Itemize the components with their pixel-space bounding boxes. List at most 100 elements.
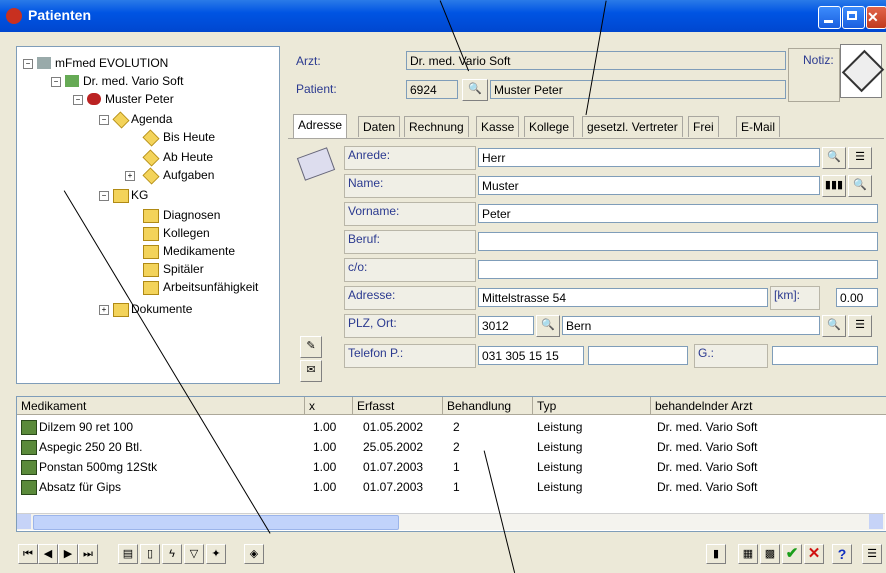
previous-record-button[interactable]: ◀ — [38, 544, 58, 564]
open-folder-icon — [113, 189, 129, 203]
tab-email[interactable]: E-Mail — [736, 116, 781, 137]
tab-rechnung[interactable]: Rechnung — [404, 116, 469, 137]
card-icon[interactable]: ▤ — [118, 544, 138, 564]
name-barcode-button[interactable]: ▮▮▮ — [822, 175, 846, 197]
table-row[interactable]: Absatz für Gips 1.00 01.07.2003 1 Leistung Dr… — [17, 477, 885, 497]
expand-icon[interactable]: + — [125, 171, 135, 181]
plz-field[interactable]: 3012 — [478, 316, 534, 335]
column-header-medikament[interactable]: Medikament — [17, 397, 305, 415]
vorname-field[interactable]: Peter — [478, 204, 878, 223]
table-cell: Dr. med. Vario Soft — [657, 480, 758, 494]
print-envelope-icon[interactable]: ✉ — [300, 360, 322, 382]
calendar-icon[interactable]: ▩ — [760, 544, 780, 564]
km-field[interactable]: 0.00 — [836, 288, 878, 307]
exit-door-icon[interactable]: ▮ — [706, 544, 726, 564]
tab-gesetzl-vertreter[interactable]: gesetzl. Vertreter — [582, 116, 683, 137]
search-icon: 🔍 — [827, 319, 841, 331]
expand-icon[interactable]: + — [99, 305, 109, 315]
cancel-x-icon[interactable]: ✕ — [804, 544, 824, 564]
collapse-icon[interactable]: − — [99, 191, 109, 201]
maximize-button[interactable] — [842, 6, 865, 29]
table-row[interactable]: Ponstan 500mg 12Stk 1.00 01.07.2003 1 Leistu… — [17, 457, 885, 477]
table-cell: 1.00 — [313, 460, 337, 474]
anrede-field[interactable]: Herr — [478, 148, 820, 167]
diamond-icon — [142, 167, 160, 185]
anrede-list-button[interactable]: ☰ — [848, 147, 872, 169]
table-cell: Dr. med. Vario Soft — [657, 460, 758, 474]
telefon-2-field[interactable] — [588, 346, 688, 365]
pin-icon[interactable]: ✦ — [206, 544, 226, 564]
table-row[interactable]: Aspegic 250 20 Btl. 1.00 25.05.2002 2 Leistu… — [17, 437, 885, 457]
folder-icon — [143, 227, 159, 241]
next-record-button[interactable]: ▶ — [58, 544, 78, 564]
note-icon[interactable] — [840, 44, 885, 98]
co-field[interactable] — [478, 260, 878, 279]
horizontal-scrollbar[interactable] — [17, 513, 885, 530]
calculator-icon[interactable]: ▦ — [738, 544, 758, 564]
minimize-button[interactable] — [818, 6, 841, 29]
name-search-button[interactable]: 🔍 — [848, 175, 872, 197]
scroll-left-arrow[interactable] — [17, 514, 31, 529]
table-cell: 01.07.2003 — [363, 460, 424, 474]
ort-field[interactable]: Bern — [562, 316, 820, 335]
last-record-button[interactable]: ⏭ — [78, 544, 98, 564]
column-header-arzt[interactable]: behandelnder Arzt — [651, 397, 886, 415]
patient-name-field[interactable]: Muster Peter — [490, 80, 786, 99]
scrollbar-thumb[interactable] — [33, 515, 399, 530]
table-cell: 1 — [453, 480, 460, 494]
beruf-field[interactable] — [478, 232, 878, 251]
medication-icon — [21, 440, 37, 455]
co-label: c/o: — [344, 258, 476, 282]
search-icon: 🔍 — [853, 179, 867, 191]
medication-icon — [21, 480, 37, 495]
tab-daten[interactable]: Daten — [358, 116, 401, 137]
new-document-icon[interactable]: ▯ — [140, 544, 160, 564]
scroll-right-arrow[interactable] — [869, 514, 883, 529]
telefon-field[interactable]: 031 305 15 15 — [478, 346, 584, 365]
search-icon: 🔍 — [541, 319, 555, 331]
table-row[interactable]: Dilzem 90 ret 100 1.00 01.05.2002 2 Leistung… — [17, 417, 885, 437]
lightning-icon[interactable]: ϟ — [162, 544, 182, 564]
close-button[interactable]: ✕ — [866, 6, 886, 29]
g-field[interactable] — [772, 346, 878, 365]
tab-kasse[interactable]: Kasse — [476, 116, 520, 137]
agenda-icon — [112, 111, 130, 129]
accept-checkmark-icon[interactable]: ✔ — [782, 544, 802, 564]
ort-search-button[interactable]: 🔍 — [822, 315, 846, 337]
search-icon: 🔍 — [468, 83, 482, 95]
vorname-label: Vorname: — [344, 202, 476, 226]
ort-list-button[interactable]: ☰ — [848, 315, 872, 337]
column-header-behandlung[interactable]: Behandlung — [443, 397, 533, 415]
help-icon[interactable]: ? — [832, 544, 852, 564]
column-header-x[interactable]: x — [305, 397, 353, 415]
app-icon — [6, 8, 22, 24]
first-record-button[interactable]: ⏮ — [18, 544, 38, 564]
column-header-erfasst[interactable]: Erfasst — [353, 397, 443, 415]
collapse-icon[interactable]: − — [23, 59, 33, 69]
table-cell: Dr. med. Vario Soft — [657, 440, 758, 454]
plz-search-button[interactable]: 🔍 — [536, 315, 560, 337]
name-field[interactable]: Muster — [478, 176, 820, 195]
collapse-icon[interactable]: − — [99, 115, 109, 125]
list-icon[interactable]: ☰ — [862, 544, 882, 564]
tab-kollege[interactable]: Kollege — [524, 116, 575, 137]
collapse-icon[interactable]: − — [51, 77, 61, 87]
barcode-icon: ▮▮▮ — [824, 179, 844, 191]
tab-adresse[interactable]: Adresse — [293, 114, 348, 139]
column-header-typ[interactable]: Typ — [533, 397, 651, 415]
settings-icon[interactable]: ◈ — [244, 544, 264, 564]
letter-write-icon[interactable]: ✎ — [300, 336, 322, 358]
medication-name-cell: Absatz für Gips — [39, 480, 122, 494]
filter-icon[interactable]: ▽ — [184, 544, 204, 564]
patient-id-field[interactable]: 6924 — [406, 80, 458, 99]
adresse-field[interactable]: Mittelstrasse 54 — [478, 288, 768, 307]
tab-frei[interactable]: Frei — [688, 116, 719, 137]
folder-icon — [143, 281, 159, 295]
table-cell: Leistung — [537, 460, 583, 474]
folder-icon — [143, 263, 159, 277]
table-cell: 2 — [453, 440, 460, 454]
anrede-search-button[interactable]: 🔍 — [822, 147, 846, 169]
collapse-icon[interactable]: − — [73, 95, 83, 105]
search-patient-button[interactable]: 🔍 — [462, 79, 488, 101]
notiz-box[interactable]: Notiz: — [788, 48, 840, 102]
